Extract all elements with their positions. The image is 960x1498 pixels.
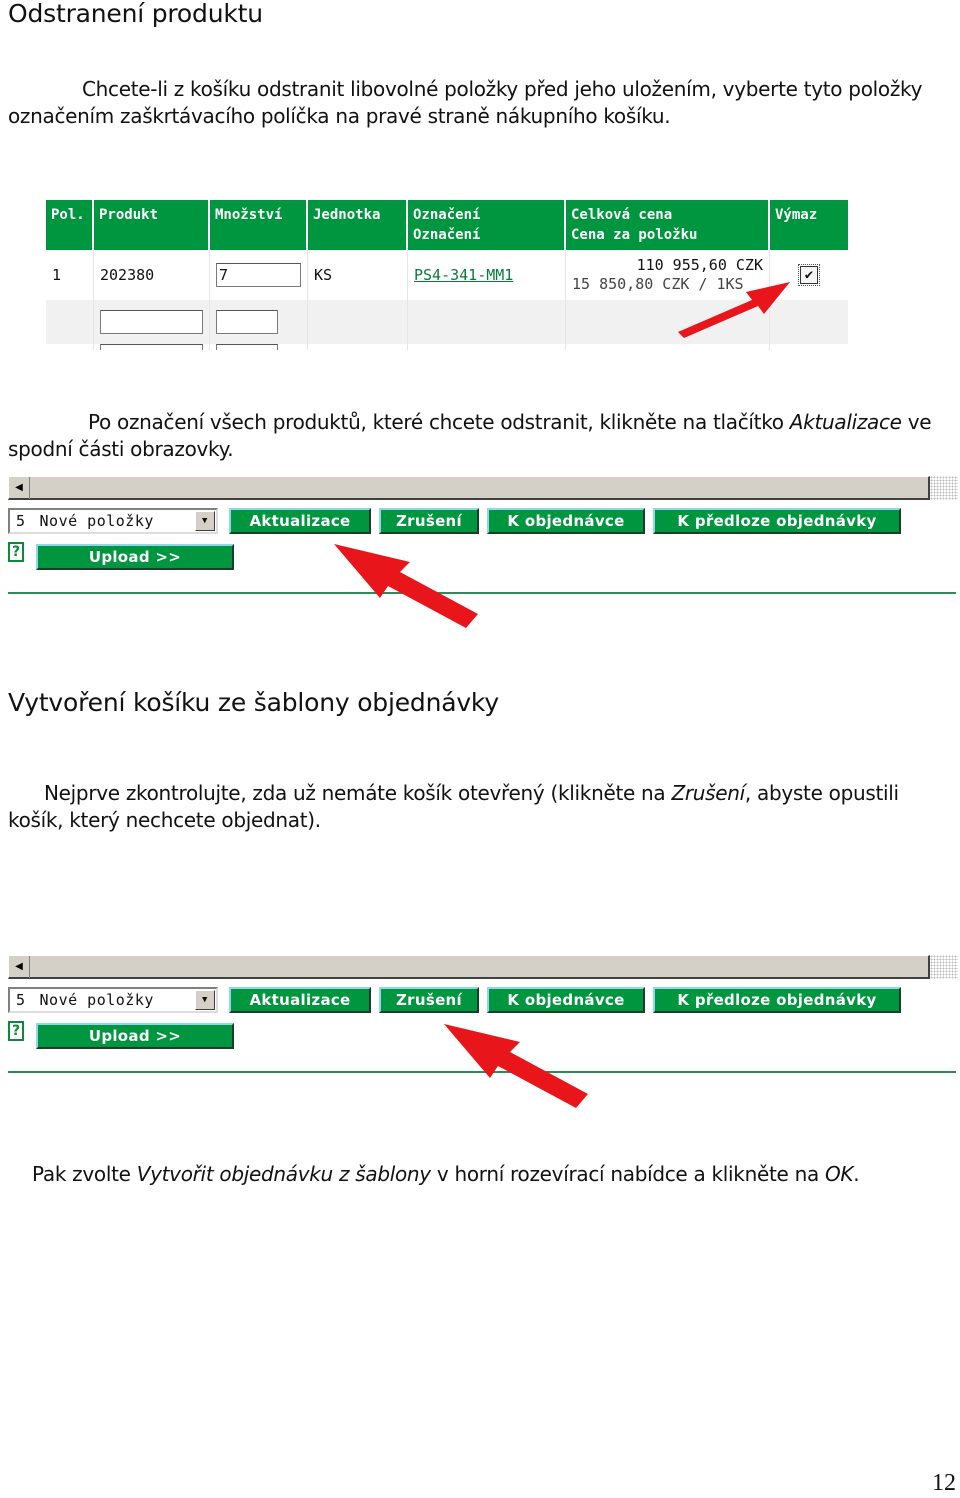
help-icon[interactable]: ? xyxy=(8,1021,24,1041)
annotation-arrow-icon xyxy=(334,544,478,628)
select-label: Nové položky xyxy=(39,991,154,1009)
cell-empty xyxy=(210,344,308,350)
section2-paragraph-1: Nejprve zkontrolujte, zda už nemáte koší… xyxy=(8,780,958,834)
cell-pol: 1 xyxy=(46,250,94,300)
header-oznaceni: Označení Označení xyxy=(408,200,566,250)
paragraph-lead: Nejprve zkontrolujte, zda už nemáte koší… xyxy=(44,781,666,805)
paragraph-italic: Zrušení xyxy=(671,781,745,805)
annotation-arrow-icon xyxy=(678,282,790,338)
instruction-lead: Po označení všech produktů, které chcete… xyxy=(88,410,784,434)
paragraph-mid: v horní rozevírací nabídce a klikněte na xyxy=(436,1162,819,1186)
header-cena-line1: Celková cena xyxy=(571,207,673,223)
new-items-select[interactable]: 5 Nové položky ▼ xyxy=(8,508,218,534)
scroll-left-icon[interactable]: ◀ xyxy=(9,477,30,499)
cell-empty xyxy=(308,344,408,350)
quantity-input-partial[interactable] xyxy=(216,344,278,350)
cell-mnozstvi: 7 xyxy=(210,250,308,300)
cell-empty xyxy=(94,344,210,350)
paragraph-tail: . xyxy=(853,1162,860,1186)
cell-produkt: 202380 xyxy=(94,250,210,300)
select-number: 5 xyxy=(16,991,26,1009)
cell-empty xyxy=(408,344,566,350)
chevron-down-icon[interactable]: ▼ xyxy=(195,511,215,531)
cell-empty xyxy=(566,344,770,350)
select-number: 5 xyxy=(16,512,26,530)
cell-empty xyxy=(308,300,408,344)
k-predloze-objednavky-button[interactable]: K předloze objednávky xyxy=(653,987,901,1013)
page-number: 12 xyxy=(932,1470,956,1496)
k-predloze-objednavky-button[interactable]: K předloze objednávky xyxy=(653,508,901,534)
header-oznaceni-line2: Označení xyxy=(413,227,481,243)
paragraph-italic: Vytvořit objednávku z šablony xyxy=(136,1162,431,1186)
horizontal-scrollbar[interactable]: ◀ xyxy=(8,476,930,500)
header-jednotka: Jednotka xyxy=(308,200,408,250)
cell-oznaceni: PS4-341-MM1 xyxy=(408,250,566,300)
cell-produkt-empty xyxy=(94,300,210,344)
section-title-create-cart: Vytvoření košíku ze šablony objednávky xyxy=(8,688,499,717)
header-cena-line2: Cena za položku xyxy=(571,227,698,243)
chevron-down-icon[interactable]: ▼ xyxy=(195,990,215,1010)
quantity-input[interactable]: 7 xyxy=(216,263,301,287)
aktualizace-button[interactable]: Aktualizace xyxy=(229,987,371,1013)
table-row-partial xyxy=(46,344,848,350)
paragraph-italic-ok: OK xyxy=(824,1162,854,1186)
k-objednavce-button[interactable]: K objednávce xyxy=(487,508,645,534)
cell-empty xyxy=(770,344,848,350)
k-objednavce-button[interactable]: K objednávce xyxy=(487,987,645,1013)
help-icon[interactable]: ? xyxy=(8,542,24,562)
header-vymaz: Výmaz xyxy=(770,200,848,250)
cart-table-header: Pol. Produkt Množství Jednotka Označení … xyxy=(46,200,848,250)
cell-pol-empty xyxy=(46,300,94,344)
header-produkt: Produkt xyxy=(94,200,210,250)
cell-empty xyxy=(46,344,94,350)
scrollbar-corner xyxy=(930,476,958,500)
section-title-remove-product: Odstranení produktu xyxy=(8,0,263,28)
quantity-input-empty[interactable] xyxy=(216,310,278,334)
cell-jednotka: KS xyxy=(308,250,408,300)
upload-button[interactable]: Upload >> xyxy=(36,1023,234,1049)
scroll-left-icon[interactable]: ◀ xyxy=(9,956,30,978)
header-oznaceni-line1: Označení xyxy=(413,207,481,223)
product-input-partial[interactable] xyxy=(100,344,203,350)
header-cena: Celková cena Cena za položku xyxy=(566,200,770,250)
scrollbar-corner xyxy=(930,955,958,979)
aktualizace-button[interactable]: Aktualizace xyxy=(229,508,371,534)
paragraph-lead: Pak zvolte xyxy=(32,1162,131,1186)
product-input-empty[interactable] xyxy=(100,310,203,334)
annotation-arrow-icon xyxy=(444,1024,588,1108)
instruction-italic: Aktualizace xyxy=(789,410,902,434)
zruseni-button[interactable]: Zrušení xyxy=(379,508,479,534)
product-code-link[interactable]: PS4-341-MM1 xyxy=(414,266,513,284)
cell-mnozstvi-empty xyxy=(210,300,308,344)
header-pol: Pol. xyxy=(46,200,94,250)
cell-empty xyxy=(408,300,566,344)
zruseni-button[interactable]: Zrušení xyxy=(379,987,479,1013)
intro-paragraph: Chcete-li z košíku odstranit libovolné p… xyxy=(8,77,923,128)
delete-checkbox[interactable]: ✔ xyxy=(798,264,820,286)
upload-button[interactable]: Upload >> xyxy=(36,544,234,570)
header-mnozstvi: Množství xyxy=(210,200,308,250)
select-label: Nové položky xyxy=(39,512,154,530)
horizontal-scrollbar[interactable]: ◀ xyxy=(8,955,930,979)
section2-paragraph-2: Pak zvolte Vytvořit objednávku z šablony… xyxy=(8,1161,958,1188)
instruction-paragraph: Po označení všech produktů, které chcete… xyxy=(8,409,958,463)
new-items-select[interactable]: 5 Nové položky ▼ xyxy=(8,987,218,1013)
